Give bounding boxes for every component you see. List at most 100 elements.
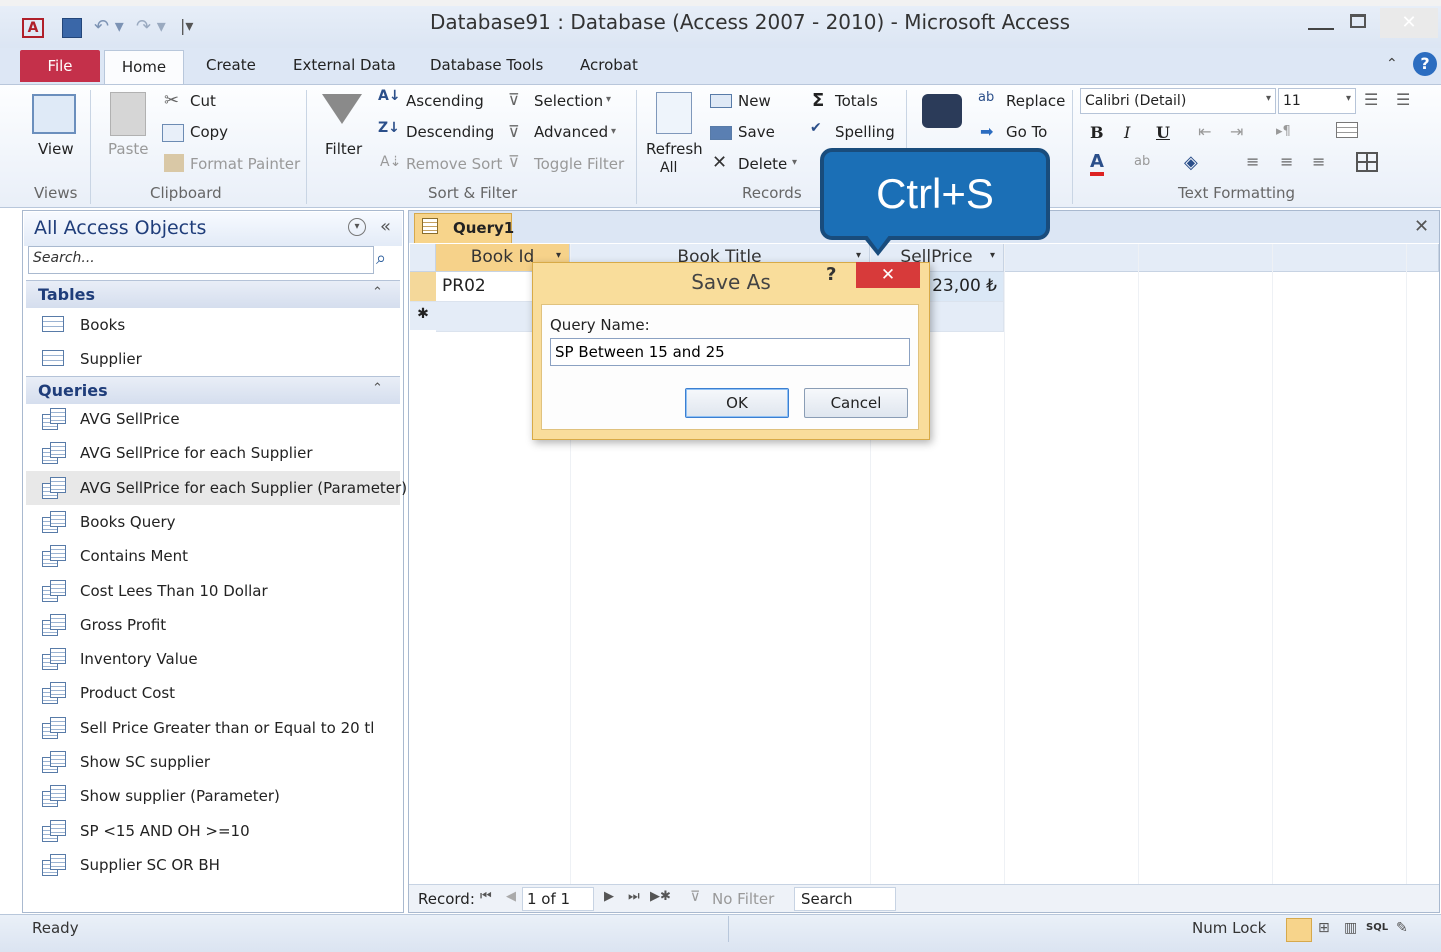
delete-button[interactable]: Delete — [738, 155, 787, 173]
column-dropdown-icon[interactable]: ▾ — [856, 250, 861, 261]
row-selector-header[interactable] — [410, 244, 436, 272]
section-queries[interactable]: Queries ⌃ — [26, 376, 400, 404]
totals-icon[interactable]: Σ — [812, 90, 824, 111]
dialog-close-button[interactable]: ✕ — [856, 262, 920, 288]
section-tables[interactable]: Tables ⌃ — [26, 280, 400, 308]
previous-record-icon[interactable]: ◀ — [506, 889, 516, 904]
paste-icon[interactable] — [110, 92, 146, 136]
filter-indicator-icon[interactable]: ⊽ — [690, 889, 700, 905]
maximize-icon[interactable] — [1350, 14, 1366, 28]
fill-color-icon[interactable]: ◈ — [1184, 152, 1198, 173]
copy-button[interactable]: Copy — [190, 123, 228, 141]
dialog-help-icon[interactable]: ? — [826, 264, 836, 285]
query-item[interactable]: Cost Lees Than 10 Dollar — [26, 574, 400, 608]
cancel-button[interactable]: Cancel — [804, 388, 908, 418]
last-record-icon[interactable]: ⏭ — [628, 889, 640, 904]
refresh-all-label[interactable]: All — [660, 160, 677, 176]
query-item[interactable]: Inventory Value — [26, 642, 400, 676]
table-item[interactable]: Books — [26, 308, 400, 342]
close-document-icon[interactable]: ✕ — [1414, 216, 1429, 237]
query-item[interactable]: AVG SellPrice for each Supplier (Paramet… — [26, 470, 407, 505]
decrease-indent-icon[interactable]: ⇤ — [1198, 122, 1211, 141]
pivot-chart-view-icon[interactable]: ▥ — [1344, 920, 1357, 936]
ok-button[interactable]: OK — [685, 388, 789, 418]
query-item[interactable]: Supplier SC OR BH — [26, 848, 400, 882]
format-painter-icon[interactable] — [164, 154, 184, 172]
font-size-select[interactable]: 11 ▾ — [1278, 88, 1356, 114]
replace-button[interactable]: Replace — [1006, 92, 1065, 110]
bullets-icon[interactable]: ☰ — [1364, 90, 1378, 109]
query-item[interactable]: SP <15 AND OH >=10 — [26, 814, 400, 848]
increase-indent-icon[interactable]: ⇥ — [1230, 122, 1243, 141]
query-item[interactable]: Product Cost — [26, 676, 400, 710]
collapse-icon[interactable]: ⌃ — [372, 381, 383, 396]
selection-dropdown-icon[interactable]: ▾ — [606, 94, 611, 105]
query-item[interactable]: Gross Profit — [26, 608, 400, 642]
delete-icon[interactable]: ✕ — [712, 152, 727, 173]
redo-icon[interactable]: ↷ ▾ — [136, 16, 166, 37]
save-quick-icon[interactable] — [62, 18, 82, 38]
undo-icon[interactable]: ↶ ▾ — [94, 16, 124, 37]
find-binoculars-icon[interactable] — [922, 94, 962, 128]
toggle-filter-icon[interactable]: ⊽ — [508, 152, 520, 171]
goto-button[interactable]: Go To — [1006, 123, 1047, 141]
filter-icon[interactable] — [322, 94, 362, 124]
tab-database-tools[interactable]: Database Tools — [430, 50, 543, 80]
customize-qat-icon[interactable]: |▾ — [180, 16, 193, 35]
remove-sort-icon[interactable]: A⇣ — [380, 154, 401, 170]
spelling-icon[interactable]: ✔ — [810, 120, 822, 136]
ascending-button[interactable]: Ascending — [406, 92, 484, 110]
search-icon[interactable]: ⌕ — [376, 248, 386, 269]
ascending-icon[interactable]: A↓ — [378, 88, 401, 104]
remove-sort-button[interactable]: Remove Sort — [406, 155, 502, 173]
sql-view-icon[interactable]: SQL — [1366, 922, 1388, 933]
toggle-filter-button[interactable]: Toggle Filter — [534, 155, 624, 173]
tab-acrobat[interactable]: Acrobat — [580, 50, 638, 80]
nav-search-input[interactable]: Search... — [28, 246, 374, 274]
numbering-icon[interactable]: ☰ — [1396, 90, 1410, 109]
tab-create[interactable]: Create — [206, 50, 256, 80]
shutter-bar-close-icon[interactable]: « — [380, 216, 391, 237]
totals-button[interactable]: Totals — [835, 92, 878, 110]
minimize-icon[interactable] — [1308, 16, 1334, 30]
pivot-table-view-icon[interactable]: ⊞ — [1318, 920, 1330, 936]
table-item[interactable]: Supplier — [26, 342, 400, 376]
spelling-button[interactable]: Spelling — [835, 123, 895, 141]
save-button[interactable]: Save — [738, 123, 775, 141]
query-name-input[interactable] — [550, 338, 910, 366]
goto-icon[interactable]: ➡ — [980, 122, 993, 141]
replace-icon[interactable]: ab — [978, 90, 994, 105]
query-item[interactable]: Books Query — [26, 505, 400, 539]
cut-button[interactable]: Cut — [190, 92, 216, 110]
tab-file[interactable]: File — [20, 50, 100, 82]
advanced-dropdown-icon[interactable]: ▾ — [611, 126, 616, 137]
new-button[interactable]: New — [738, 92, 771, 110]
delete-dropdown-icon[interactable]: ▾ — [792, 157, 797, 168]
query-item[interactable]: Show supplier (Parameter) — [26, 779, 400, 813]
grid-border-icon[interactable] — [1356, 152, 1378, 172]
query-item[interactable]: Sell Price Greater than or Equal to 20 t… — [26, 711, 400, 745]
align-center-icon[interactable]: ≡ — [1280, 152, 1293, 171]
bold-button[interactable]: B — [1090, 123, 1104, 142]
close-window-icon[interactable]: ✕ — [1380, 8, 1438, 38]
font-color-icon[interactable]: A — [1090, 152, 1104, 176]
descending-icon[interactable]: Z↓ — [378, 120, 400, 136]
next-record-icon[interactable]: ▶ — [604, 889, 614, 904]
query-item[interactable]: AVG SellPrice — [26, 402, 400, 436]
nav-menu-icon[interactable]: ▾ — [348, 218, 366, 236]
view-button[interactable]: View — [38, 140, 74, 158]
nav-title[interactable]: All Access Objects — [34, 217, 206, 239]
collapse-icon[interactable]: ⌃ — [372, 285, 383, 300]
new-record-nav-icon[interactable]: ▶✱ — [650, 889, 671, 904]
row-selector[interactable] — [410, 272, 436, 302]
selection-button[interactable]: Selection — [534, 92, 603, 110]
copy-icon[interactable] — [162, 124, 184, 142]
rtl-icon[interactable]: ▸¶ — [1276, 124, 1291, 139]
no-filter-label[interactable]: No Filter — [712, 890, 774, 908]
column-dropdown-icon[interactable]: ▾ — [556, 250, 561, 261]
advanced-button[interactable]: Advanced — [534, 123, 608, 141]
datasheet-view-icon[interactable] — [1286, 918, 1312, 942]
highlight-icon[interactable]: ab — [1134, 154, 1150, 169]
column-dropdown-icon[interactable]: ▾ — [990, 250, 995, 261]
help-icon[interactable]: ? — [1413, 52, 1437, 76]
